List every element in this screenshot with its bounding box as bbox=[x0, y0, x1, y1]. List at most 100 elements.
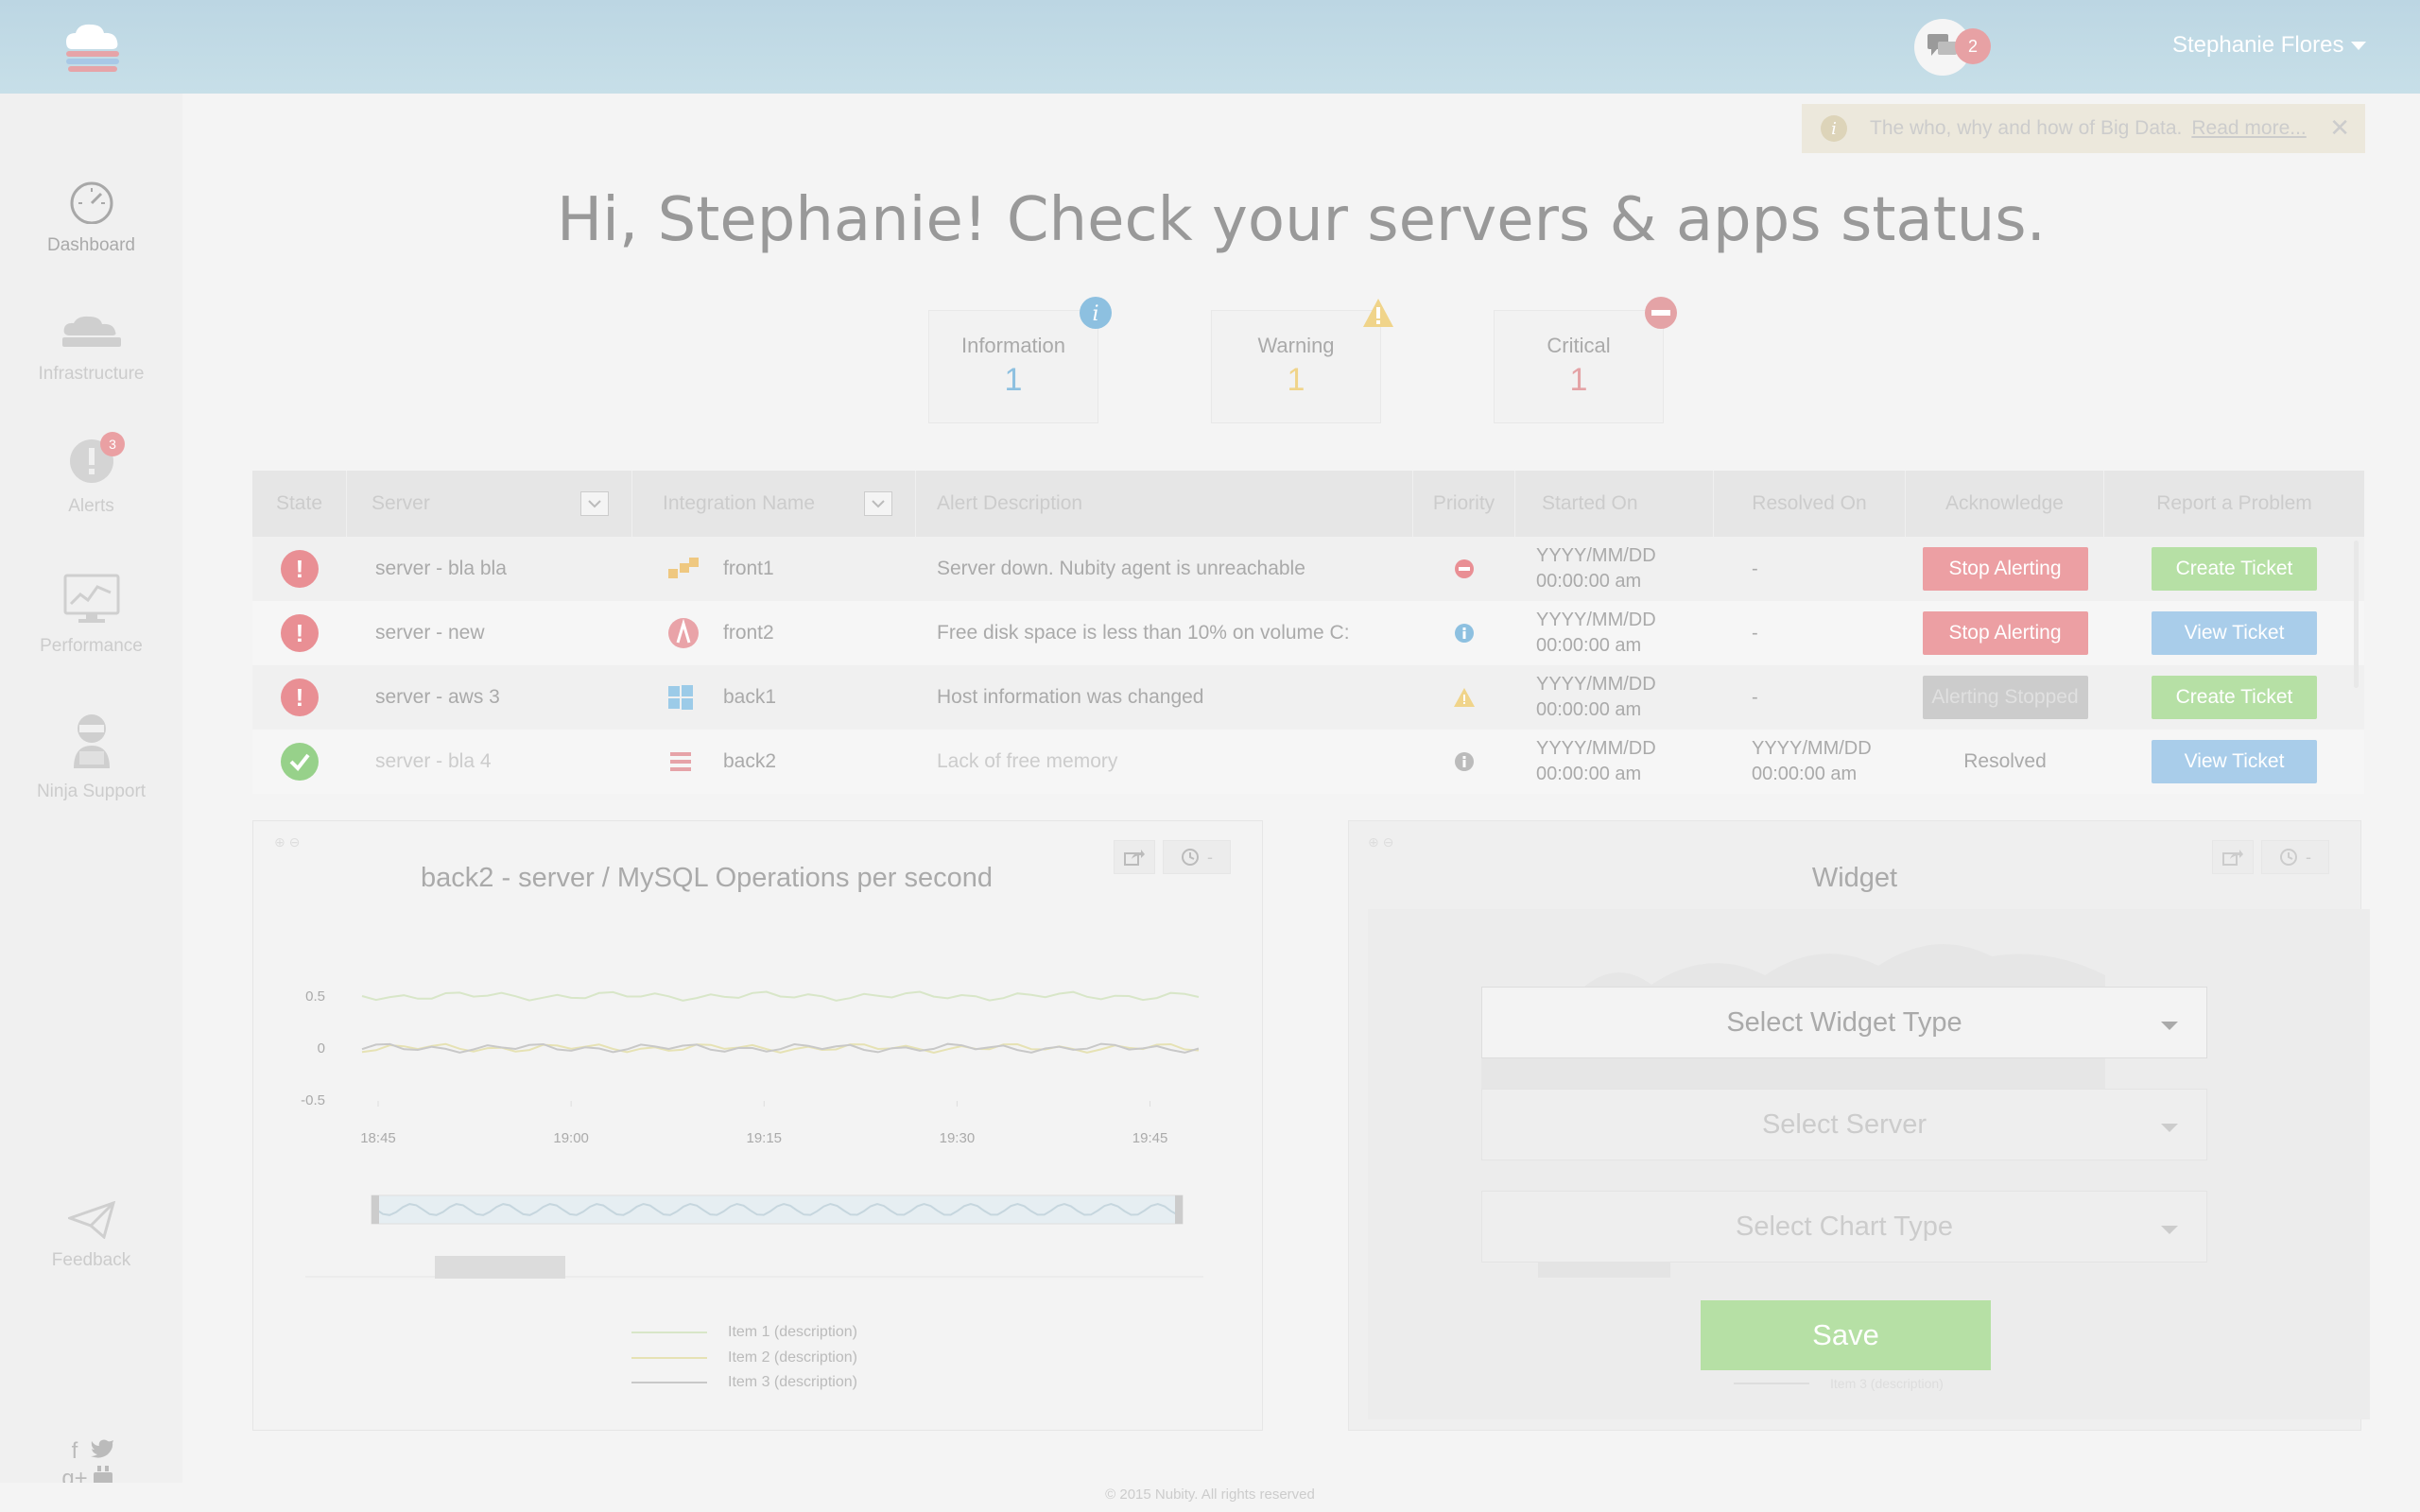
server-select-label: Select Server bbox=[1761, 1108, 1927, 1140]
integration-name: front2 bbox=[723, 622, 774, 644]
stop-alerting-button[interactable]: Stop Alerting bbox=[1922, 547, 2088, 591]
started-date: YYYY/MM/DD bbox=[1536, 738, 1656, 759]
integration-name: front1 bbox=[723, 558, 774, 579]
integration-icon bbox=[668, 618, 699, 648]
user-name[interactable]: Stephanie Flores bbox=[2172, 32, 2343, 59]
stat-card-warning[interactable]: Warning 1 bbox=[1211, 299, 1393, 423]
facebook-icon[interactable]: f bbox=[60, 1438, 89, 1465]
chevron-down-icon[interactable] bbox=[580, 491, 609, 516]
widget-type-label: Select Widget Type bbox=[1726, 1006, 1962, 1038]
error-state-icon: ! bbox=[281, 679, 319, 716]
alerts-count-badge: 3 bbox=[100, 432, 125, 456]
column-header-report: Report a Problem bbox=[2156, 492, 2312, 514]
info-icon: i bbox=[1079, 296, 1113, 330]
y-tick-label: -0.5 bbox=[301, 1092, 325, 1108]
chevron-down-icon[interactable] bbox=[2351, 42, 2366, 50]
stat-card-critical[interactable]: Critical 1 bbox=[1494, 297, 1677, 423]
y-tick-label: 0.5 bbox=[305, 988, 325, 1005]
panel-controls-icon[interactable]: ⊕ ⊖ bbox=[1368, 834, 1393, 850]
info-icon: i bbox=[1821, 115, 1847, 142]
legend-item[interactable]: Item 1 (description) bbox=[631, 1324, 857, 1341]
view-ticket-button[interactable]: View Ticket bbox=[2152, 611, 2317, 655]
chart-scrollbar-thumb[interactable] bbox=[435, 1256, 565, 1279]
server-name: server - new bbox=[375, 622, 485, 644]
resolved-date: YYYY/MM/DD bbox=[1752, 738, 1872, 759]
stop-alerting-button[interactable]: Stop Alerting bbox=[1922, 611, 2088, 655]
table-body: ! server - bla bla front1 Server down. N… bbox=[252, 537, 2364, 794]
chart-type-select[interactable]: Select Chart Type bbox=[1481, 1191, 2207, 1263]
chevron-down-icon bbox=[2161, 1022, 2178, 1030]
share-icon[interactable] bbox=[2212, 840, 2254, 874]
table-row[interactable]: ! server - bla bla front1 Server down. N… bbox=[252, 537, 2364, 601]
error-state-icon: ! bbox=[281, 614, 319, 652]
started-date: YYYY/MM/DD bbox=[1536, 545, 1656, 566]
x-tick-label: 18:45 bbox=[360, 1130, 396, 1146]
sidebar-item-label: Infrastructure bbox=[38, 364, 145, 384]
sidebar-item-ninja-support[interactable]: Ninja Support bbox=[0, 710, 182, 802]
sidebar-item-feedback[interactable]: Feedback bbox=[0, 1200, 182, 1271]
top-bar: 2 Stephanie Flores bbox=[0, 0, 2420, 94]
stat-label: Warning bbox=[1257, 334, 1335, 357]
navigator-handle-left[interactable] bbox=[372, 1195, 379, 1224]
list-icon bbox=[670, 752, 691, 771]
started-time: 00:00:00 am bbox=[1536, 764, 1642, 784]
table-scrollbar[interactable] bbox=[2354, 541, 2359, 688]
alert-description: Free disk space is less than 10% on volu… bbox=[937, 622, 1350, 644]
stat-card-information[interactable]: Information 1 i bbox=[928, 297, 1112, 423]
legend-item[interactable]: Item 2 (description) bbox=[631, 1349, 857, 1366]
twitter-icon[interactable] bbox=[89, 1437, 117, 1465]
windows-icon bbox=[668, 685, 693, 710]
column-header-acknowledge: Acknowledge bbox=[1906, 471, 2104, 537]
legend-item[interactable]: Item 3 (description) bbox=[631, 1374, 857, 1391]
paper-plane-icon bbox=[65, 1200, 115, 1240]
sidebar-item-dashboard[interactable]: Dashboard bbox=[0, 180, 182, 256]
column-header-integration[interactable]: Integration Name bbox=[632, 471, 916, 537]
navigator-handle-right[interactable] bbox=[1175, 1195, 1183, 1224]
cloud-logo-icon[interactable] bbox=[62, 21, 123, 74]
read-more-link[interactable]: Read more... bbox=[2191, 117, 2306, 140]
column-header-resolved: Resolved On bbox=[1714, 471, 1906, 537]
table-row[interactable]: ! server - aws 3 back1 Host information … bbox=[252, 665, 2364, 730]
widget-type-select[interactable]: Select Widget Type bbox=[1481, 987, 2207, 1058]
sidebar-item-alerts[interactable]: 3 Alerts bbox=[0, 432, 182, 517]
x-tick-label: 19:30 bbox=[940, 1130, 976, 1146]
ninja-icon bbox=[73, 714, 110, 768]
close-icon[interactable]: ✕ bbox=[2329, 113, 2350, 143]
critical-icon bbox=[1644, 296, 1678, 330]
save-button[interactable]: Save bbox=[1701, 1300, 1991, 1370]
speedometer-icon bbox=[70, 181, 112, 225]
legend-swatch bbox=[1734, 1383, 1809, 1384]
sidebar-item-label: Ninja Support bbox=[36, 782, 147, 801]
sidebar-item-infrastructure[interactable]: Infrastructure bbox=[0, 315, 182, 385]
stat-label: Critical bbox=[1547, 334, 1611, 357]
y-tick-label: 0 bbox=[318, 1040, 325, 1057]
sidebar-item-performance[interactable]: Performance bbox=[0, 574, 182, 657]
alert-description: Host information was changed bbox=[937, 686, 1204, 708]
chevron-down-icon bbox=[2161, 1226, 2178, 1234]
alerting-stopped-button[interactable]: Alerting Stopped bbox=[1922, 676, 2088, 719]
warning-icon bbox=[1361, 296, 1395, 330]
started-time: 00:00:00 am bbox=[1536, 571, 1642, 592]
column-header-server[interactable]: Server bbox=[347, 471, 632, 537]
monitor-chart-icon bbox=[63, 574, 119, 623]
view-ticket-button[interactable]: View Ticket bbox=[2152, 740, 2317, 783]
legend-label: Item 3 (description) bbox=[1830, 1376, 1944, 1391]
create-ticket-button[interactable]: Create Ticket bbox=[2152, 547, 2317, 591]
x-tick-label: 19:15 bbox=[746, 1130, 782, 1146]
alert-description: Lack of free memory bbox=[937, 750, 1118, 772]
table-row[interactable]: ! server - new front2 Free disk space is… bbox=[252, 601, 2364, 665]
stat-value: 1 bbox=[1569, 362, 1588, 398]
server-name: server - aws 3 bbox=[375, 686, 500, 708]
chevron-down-icon[interactable] bbox=[864, 491, 892, 516]
sidebar-item-label: Feedback bbox=[51, 1250, 131, 1270]
server-select[interactable]: Select Server bbox=[1481, 1089, 2207, 1160]
legend-swatch bbox=[631, 1357, 707, 1359]
legend-swatch bbox=[631, 1332, 707, 1333]
chart-panel: ⊕ ⊖ back2 - server / MySQL Operations pe… bbox=[252, 820, 1263, 1431]
time-range-label: - bbox=[2306, 847, 2311, 867]
cloud-server-icon bbox=[61, 316, 121, 347]
time-range-button[interactable]: - bbox=[2261, 840, 2329, 874]
create-ticket-button[interactable]: Create Ticket bbox=[2152, 676, 2317, 719]
table-row[interactable]: server - bla 4 back2 Lack of free memory… bbox=[252, 730, 2364, 794]
column-header-state: State bbox=[252, 471, 347, 537]
